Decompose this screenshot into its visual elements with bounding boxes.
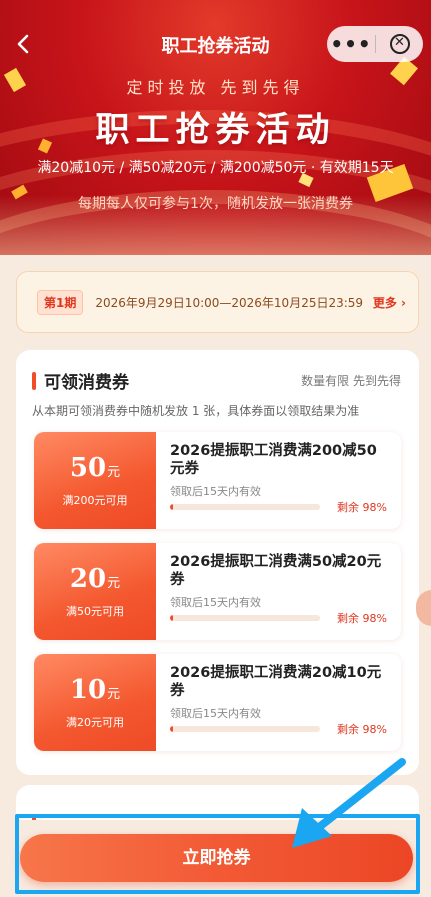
coupon-card[interactable]: 10元 满20元可用 2026提振职工消费满20减10元券 领取后15天内有效 … [34, 654, 401, 751]
coupon-info: 2026提振职工消费满20减10元券 领取后15天内有效 剩余 98% [156, 654, 401, 751]
close-circle-icon: ✕ [389, 34, 410, 54]
period-range: 2026年9月29日10:00—2026年10月25日23:59 [95, 295, 364, 310]
coupon-card[interactable]: 50元 满200元可用 2026提振职工消费满200减50元券 领取后15天内有… [34, 432, 401, 529]
coupon-remaining: 剩余 98% [337, 501, 387, 514]
coupon-amount: 20元 [69, 564, 121, 594]
more-dots-icon[interactable]: ••• [327, 26, 375, 62]
coupon-progress-fill [170, 504, 173, 510]
coupon-condition: 满20元可用 [66, 716, 124, 729]
coupon-amount-panel: 50元 满200元可用 [34, 432, 156, 529]
section-note: 数量有限 先到先得 [301, 374, 401, 388]
coupon-progress-fill [170, 726, 173, 732]
hero-subtitle: 定时投放 先到先得 [126, 78, 305, 97]
coupon-progress-row: 剩余 98% [170, 721, 387, 737]
coupon-validity: 领取后15天内有效 [170, 707, 261, 720]
coupon-info: 2026提振职工消费满50减20元券 领取后15天内有效 剩余 98% [156, 543, 401, 640]
coupon-name: 2026提振职工消费满200减50元券 [170, 443, 377, 477]
coupon-condition: 满200元可用 [62, 494, 128, 507]
hero-limit: 每期每人仅可参与1次，随机发放一张消费券 [78, 196, 353, 212]
coupon-amount-panel: 10元 满20元可用 [34, 654, 156, 751]
coupon-condition: 满50元可用 [66, 605, 124, 618]
coupon-progress-track [170, 615, 320, 621]
section-title: 可领消费券 [44, 373, 129, 393]
hero-rules: 满20减10元 / 满50减20元 / 满200减50元 · 有效期15天 [37, 160, 394, 176]
coupon-validity: 领取后15天内有效 [170, 596, 261, 609]
section-accent-bar [32, 371, 36, 390]
coupon-amount-panel: 20元 满50元可用 [34, 543, 156, 640]
grab-coupon-button[interactable]: 立即抢券 [20, 834, 413, 882]
mini-program-capsule: ••• ✕ [327, 26, 423, 62]
coupon-remaining: 剩余 98% [337, 612, 387, 625]
coupon-amount: 10元 [69, 675, 121, 705]
close-button[interactable]: ✕ [376, 34, 423, 54]
coupon-info: 2026提振职工消费满200减50元券 领取后15天内有效 剩余 98% [156, 432, 401, 529]
period-tag: 第1期 [37, 289, 84, 315]
coupon-section: 可领消费券 数量有限 先到先得 从本期可领消费券中随机发放 1 张，具体券面以领… [16, 350, 419, 775]
period-card: 第1期 2026年9月29日10:00—2026年10月25日23:59 更多 … [16, 271, 419, 333]
coupon-progress-track [170, 504, 320, 510]
coupon-progress-track [170, 726, 320, 732]
coupon-progress-fill [170, 615, 173, 621]
coupon-progress-row: 剩余 98% [170, 499, 387, 515]
coupon-remaining: 剩余 98% [337, 723, 387, 736]
more-link[interactable]: 更多 › [373, 294, 406, 311]
coupon-name: 2026提振职工消费满50减20元券 [170, 554, 382, 588]
section-desc: 从本期可领消费券中随机发放 1 张，具体券面以领取结果为准 [32, 404, 360, 418]
coupon-name: 2026提振职工消费满20减10元券 [170, 665, 382, 699]
coupon-progress-row: 剩余 98% [170, 610, 387, 626]
hero-title: 职工抢券活动 [95, 110, 336, 150]
section-header: 可领消费券 [32, 368, 129, 393]
coupon-card[interactable]: 20元 满50元可用 2026提振职工消费满50减20元券 领取后15天内有效 … [34, 543, 401, 640]
coupon-amount: 50元 [69, 453, 121, 483]
coupon-validity: 领取后15天内有效 [170, 485, 261, 498]
hero-banner: 职工抢券活动 ••• ✕ 定时投放 先到先得 职工抢券活动 满20减10元 / … [0, 0, 431, 255]
